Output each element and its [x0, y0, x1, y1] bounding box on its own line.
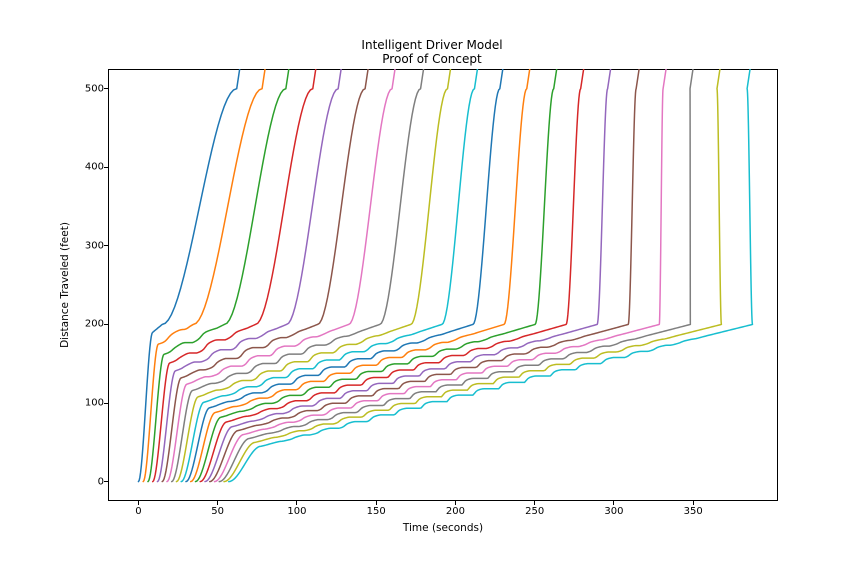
x-tick-label: 200: [446, 506, 465, 517]
x-tick-label: 150: [367, 506, 386, 517]
trajectory-line: [195, 57, 558, 481]
x-tick-label: 350: [684, 506, 703, 517]
x-tick-label: 0: [135, 506, 141, 517]
chart-title-line2: Proof of Concept: [0, 52, 864, 66]
trajectory-line: [181, 57, 479, 481]
trajectory-line: [172, 57, 426, 481]
y-tick-mark: [104, 245, 108, 246]
y-tick-mark: [104, 481, 108, 482]
y-tick-label: 500: [64, 83, 104, 94]
x-axis-label: Time (seconds): [108, 522, 778, 534]
y-tick-mark: [104, 88, 108, 89]
trajectory-line: [162, 57, 370, 481]
x-tick-label: 250: [525, 506, 544, 517]
x-tick-mark: [296, 501, 297, 505]
y-tick-label: 0: [64, 476, 104, 487]
x-tick-mark: [534, 501, 535, 505]
y-tick-label: 200: [64, 319, 104, 330]
chart-title-line1: Intelligent Driver Model: [0, 38, 864, 52]
y-tick-label: 100: [64, 398, 104, 409]
x-tick-mark: [613, 501, 614, 505]
x-tick-label: 50: [211, 506, 224, 517]
x-tick-label: 100: [287, 506, 306, 517]
y-tick-mark: [104, 167, 108, 168]
y-tick-mark: [104, 403, 108, 404]
trajectory-line: [224, 57, 722, 481]
x-tick-mark: [455, 501, 456, 505]
trajectory-line: [210, 57, 641, 481]
trajectory-line: [205, 57, 612, 481]
x-tick-mark: [376, 501, 377, 505]
figure: { "chart_data": { "type": "line", "title…: [0, 0, 864, 576]
x-tick-mark: [217, 501, 218, 505]
x-tick-label: 300: [604, 506, 623, 517]
chart-title: Intelligent Driver Model Proof of Concep…: [0, 38, 864, 66]
trajectory-line: [229, 57, 753, 481]
x-tick-mark: [693, 501, 694, 505]
y-tick-label: 300: [64, 240, 104, 251]
x-tick-mark: [138, 501, 139, 505]
y-tick-mark: [104, 324, 108, 325]
y-axis-label: Distance Traveled (feet): [58, 69, 72, 501]
trajectory-line: [153, 57, 318, 481]
trajectory-line: [138, 57, 241, 481]
y-tick-label: 400: [64, 162, 104, 173]
plot-area: [108, 69, 778, 501]
